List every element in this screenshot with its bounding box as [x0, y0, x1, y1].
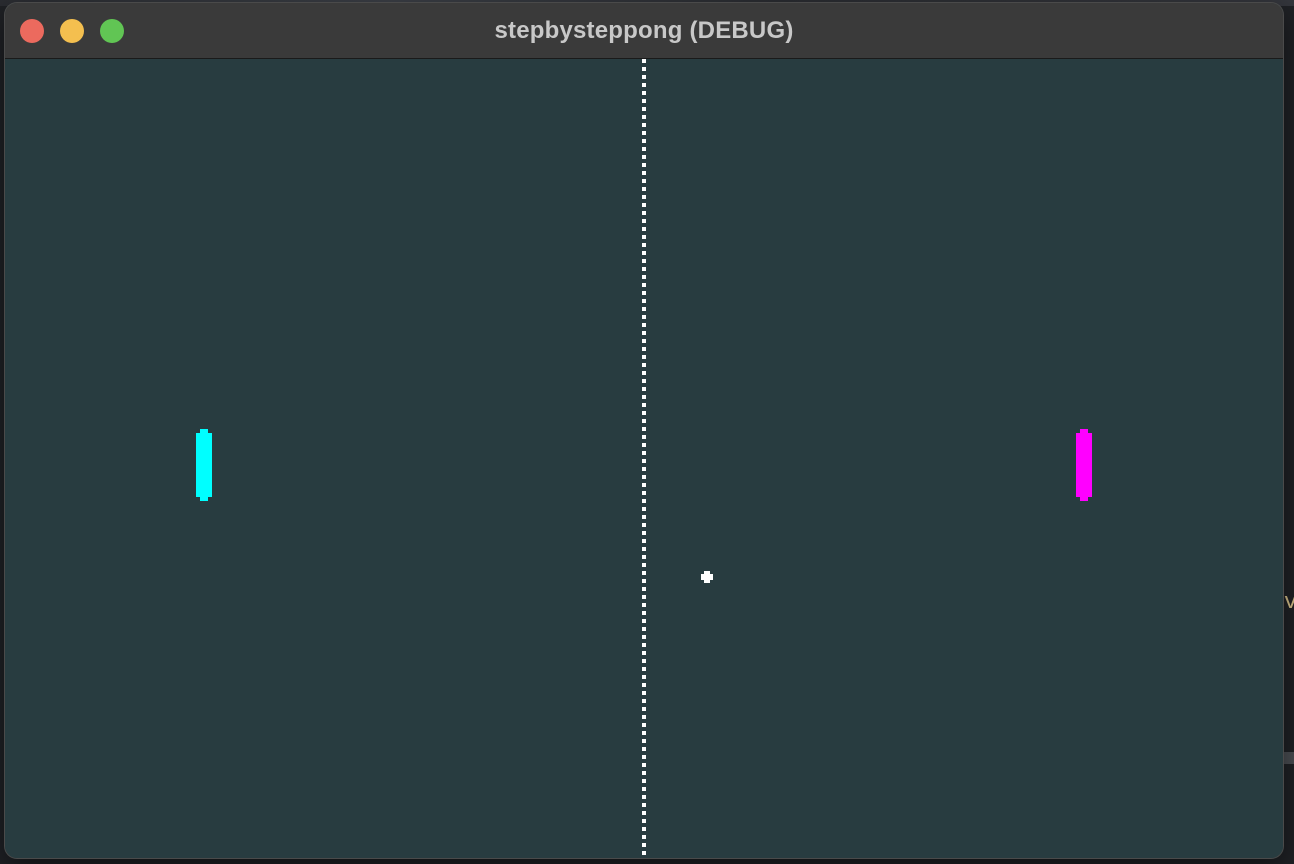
game-canvas[interactable]	[5, 59, 1283, 858]
background-scrollbar	[1284, 752, 1294, 764]
right-paddle-body	[1076, 433, 1092, 497]
desktop-background: vr stepbysteppong (DEBUG)	[0, 0, 1294, 864]
ball	[701, 571, 713, 583]
left-paddle-body	[196, 433, 212, 497]
background-code-fragment: vr	[1284, 590, 1294, 615]
window-title: stepbysteppong (DEBUG)	[494, 17, 794, 44]
game-window: stepbysteppong (DEBUG)	[5, 3, 1283, 858]
title-bar[interactable]: stepbysteppong (DEBUG)	[5, 3, 1283, 59]
left-paddle	[196, 429, 212, 501]
ball-vertical	[704, 571, 710, 583]
right-paddle	[1076, 429, 1092, 501]
center-net	[642, 59, 646, 858]
